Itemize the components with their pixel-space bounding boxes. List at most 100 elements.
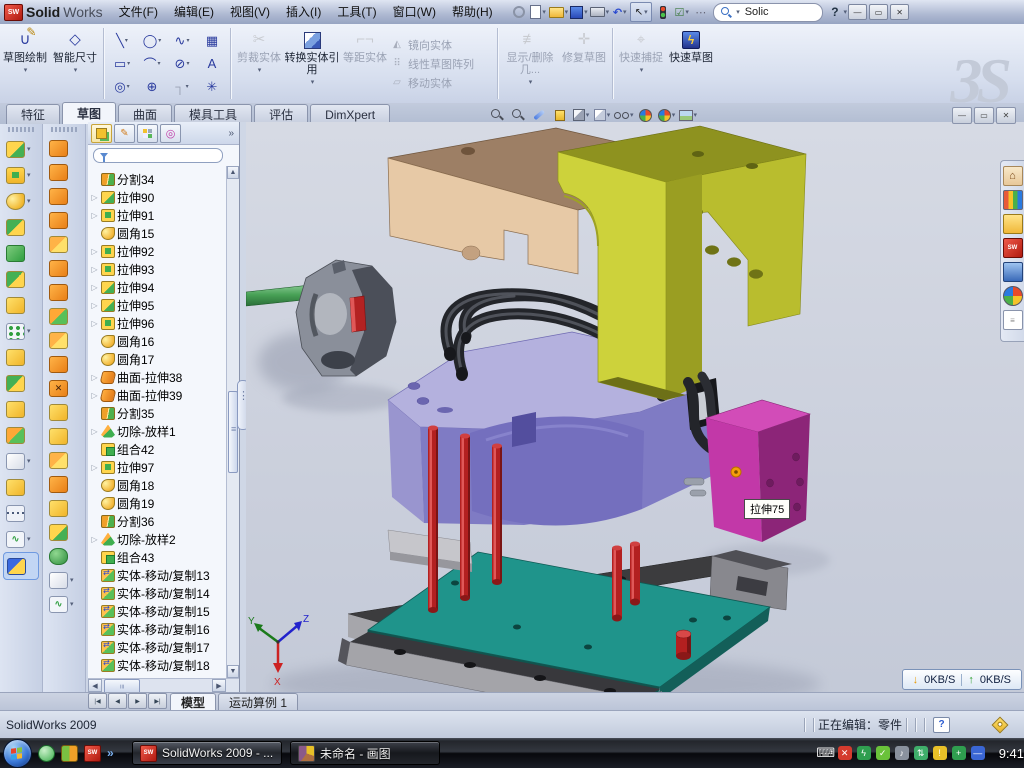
tree-item-14[interactable]: ▷切除-放样1 xyxy=(88,422,226,440)
linear-sketch-pattern-button[interactable]: ⠿ 线性草图阵列 xyxy=(390,55,494,73)
expand-arrow-icon[interactable]: ▷ xyxy=(90,193,99,202)
scroll-up-arrow[interactable]: ▲ xyxy=(227,166,239,179)
move-entities-button[interactable]: ▱ 移动实体 xyxy=(390,74,494,92)
measure-button[interactable] xyxy=(3,552,39,580)
menu-item-6[interactable]: 帮助(H) xyxy=(444,3,501,21)
tag-icon[interactable] xyxy=(992,716,1009,733)
swept-boss-button[interactable] xyxy=(0,214,42,240)
expand-arrow-icon[interactable]: ▷ xyxy=(90,319,99,328)
insert-part-button[interactable]: ▾ xyxy=(0,448,42,474)
options-icon[interactable]: ▾ xyxy=(673,3,690,21)
revolved-surface-button[interactable] xyxy=(43,160,85,184)
sketch-entity-4-icon[interactable]: ▭▾ xyxy=(107,52,137,75)
menu-item-0[interactable]: 文件(F) xyxy=(111,3,166,21)
expand-arrow-icon[interactable]: ▷ xyxy=(90,211,99,220)
menu-item-5[interactable]: 窗口(W) xyxy=(385,3,444,21)
offset-surface-button[interactable] xyxy=(43,280,85,304)
dimxpert-manager-tab[interactable] xyxy=(160,124,181,143)
tab-0[interactable]: 特征 xyxy=(6,104,60,124)
expand-arrow-icon[interactable]: ▷ xyxy=(90,247,99,256)
move-copy-body-button[interactable] xyxy=(0,422,42,448)
fillet-surface-button[interactable] xyxy=(43,520,85,544)
rib-button[interactable] xyxy=(0,344,42,370)
repair-sketch-button[interactable]: ✛ 修复草图 xyxy=(559,24,609,103)
revolved-boss-button[interactable]: ▾ xyxy=(0,162,42,188)
tree-item-16[interactable]: ▷拉伸97 xyxy=(88,458,226,476)
tree-item-12[interactable]: ▷曲面-拉伸39 xyxy=(88,386,226,404)
spline-button[interactable]: ∿▾ xyxy=(0,526,42,552)
zoom-to-area-icon[interactable] xyxy=(509,107,527,124)
tree-item-11[interactable]: ▷曲面-拉伸38 xyxy=(88,368,226,386)
sketch-entity-2-icon[interactable]: ∿▾ xyxy=(167,29,197,52)
open-icon[interactable]: ▾ xyxy=(549,3,569,21)
search-dropdown-icon[interactable]: ▾ xyxy=(736,8,740,16)
scroll-left-arrow[interactable]: ◀ xyxy=(88,679,102,692)
zoom-fit-icon[interactable] xyxy=(488,107,506,124)
more-tools-icon[interactable]: ⋯ xyxy=(692,3,709,21)
shield-plus-icon[interactable]: + xyxy=(952,746,966,760)
display-style-icon[interactable]: ▾ xyxy=(593,107,611,124)
tree-item-19[interactable]: 分割36 xyxy=(88,512,226,530)
tree-item-21[interactable]: 组合43 xyxy=(88,548,226,566)
tree-item-0[interactable]: 分割34 xyxy=(88,170,226,188)
solidworks-content-tab[interactable]: SW xyxy=(1003,238,1023,258)
untrim-surface-button[interactable] xyxy=(43,496,85,520)
extruded-boss-button[interactable]: ▾ xyxy=(0,136,42,162)
edit-appearance-icon[interactable] xyxy=(637,107,655,124)
rebuild-icon[interactable] xyxy=(654,3,671,21)
replace-face-button[interactable] xyxy=(43,400,85,424)
lofted-boss-button[interactable] xyxy=(0,240,42,266)
tree-item-24[interactable]: 实体-移动/复制15 xyxy=(88,602,226,620)
help-dropdown-icon[interactable]: ▾ xyxy=(844,8,848,16)
mirror-entities-button[interactable]: ◭ 镜向实体 xyxy=(390,36,494,54)
sketch-entity-5-icon[interactable]: ⌒▾ xyxy=(137,52,167,75)
tree-filter-input[interactable] xyxy=(93,148,223,163)
extruded-surface-button[interactable] xyxy=(43,136,85,160)
select-icon[interactable]: ▾ xyxy=(630,2,652,22)
design-library-tab[interactable] xyxy=(1003,190,1023,210)
expand-arrow-icon[interactable]: ▷ xyxy=(90,391,99,400)
previous-view-icon[interactable] xyxy=(530,107,548,124)
insert-block[interactable] xyxy=(706,400,810,542)
sketch-entity-7-icon[interactable]: A xyxy=(197,52,227,75)
configuration-manager-tab[interactable] xyxy=(137,124,158,143)
keyboard-indicator-icon[interactable]: ⌨ xyxy=(819,746,833,760)
warning-icon[interactable]: ! xyxy=(933,746,947,760)
security-alert-icon[interactable]: ✕ xyxy=(838,746,852,760)
start-button[interactable] xyxy=(3,739,32,768)
sketch-entity-11-icon[interactable]: ✳ xyxy=(197,75,227,98)
delete-body-button[interactable] xyxy=(0,474,42,500)
tree-item-6[interactable]: ▷拉伸94 xyxy=(88,278,226,296)
save-icon[interactable]: ▾ xyxy=(570,3,588,21)
display-delete-relations-button[interactable]: ≢ 显示/删除几...▾ xyxy=(501,24,559,103)
section-view-icon[interactable] xyxy=(551,107,569,124)
fillet-button[interactable]: ▾ xyxy=(0,188,42,214)
tree-item-7[interactable]: ▷拉伸95 xyxy=(88,296,226,314)
expand-arrow-icon[interactable]: ▷ xyxy=(90,265,99,274)
search-input[interactable] xyxy=(743,5,799,19)
tree-item-1[interactable]: ▷拉伸90 xyxy=(88,188,226,206)
tab-5[interactable]: DimXpert xyxy=(310,104,390,124)
menu-item-1[interactable]: 编辑(E) xyxy=(166,3,222,21)
print-icon[interactable]: ▾ xyxy=(590,3,610,21)
scroll-right-arrow[interactable]: ▶ xyxy=(212,679,226,692)
tree-item-9[interactable]: 圆角16 xyxy=(88,332,226,350)
appearances-scenes-tab[interactable] xyxy=(1003,286,1023,306)
search-box[interactable]: ▾ xyxy=(713,3,823,22)
volume-icon[interactable]: ♪ xyxy=(895,746,909,760)
messenger-quick-icon[interactable] xyxy=(38,745,55,762)
apply-scene-icon[interactable]: ▾ xyxy=(658,107,676,124)
hole-wizard-button[interactable] xyxy=(0,292,42,318)
spline-surface-button[interactable]: ∿▾ xyxy=(43,592,85,616)
tree-item-17[interactable]: 圆角18 xyxy=(88,476,226,494)
tree-item-15[interactable]: 组合42 xyxy=(88,440,226,458)
freeform-button[interactable]: ▾ xyxy=(43,568,85,592)
pin-icon[interactable] xyxy=(511,3,528,21)
restore-button[interactable]: ▭ xyxy=(869,4,888,20)
thicken-button[interactable] xyxy=(43,544,85,568)
view-orientation-icon[interactable]: ▾ xyxy=(572,107,590,124)
menu-item-4[interactable]: 工具(T) xyxy=(329,3,384,21)
ruled-surface-button[interactable] xyxy=(43,304,85,328)
doc-restore-button[interactable]: ▭ xyxy=(974,107,994,124)
app-quick-icon[interactable] xyxy=(61,745,78,762)
